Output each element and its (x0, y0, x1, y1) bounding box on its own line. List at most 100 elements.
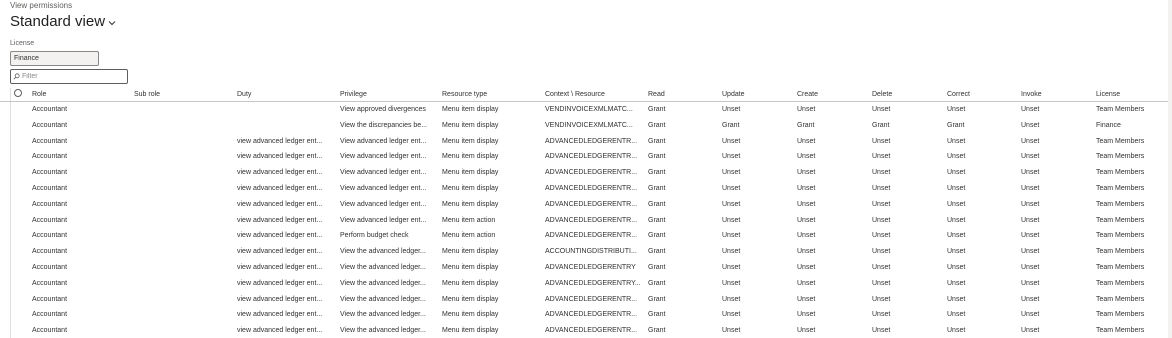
column-header-sub-role[interactable]: Sub role (134, 88, 230, 101)
cell-invoke: Unset (1021, 184, 1040, 192)
cell-correct: Unset (947, 106, 966, 113)
select-all-radio[interactable] (14, 88, 26, 101)
cell-role: Accountant (32, 248, 68, 256)
column-header-update[interactable]: Update (722, 88, 790, 101)
cell-duty: view advanced ledger ent... (237, 137, 323, 145)
cell-role: Accountant (32, 121, 68, 129)
cell-context-resource: VENDINVOICEXMLMATC... (545, 106, 633, 113)
table-row[interactable]: Accountant view advanced ledger ent... Vie… (0, 165, 1172, 181)
column-header-license[interactable]: License (1096, 88, 1166, 101)
grid-header-row: Role Sub role Duty Privilege Resource ty… (0, 88, 1172, 102)
column-header-context-resource[interactable]: Context \ Resource (545, 88, 641, 101)
cell-delete: Unset (872, 169, 891, 177)
cell-update: Unset (722, 106, 741, 113)
cell-correct: Grant (947, 121, 965, 129)
cell-resource-type: Menu item display (442, 184, 499, 192)
cell-license: Team Members (1096, 169, 1145, 177)
column-header-invoke[interactable]: Invoke (1021, 88, 1089, 101)
cell-invoke: Unset (1021, 295, 1040, 303)
cell-role: Accountant (32, 137, 68, 145)
cell-privilege: View advanced ledger ent... (340, 200, 427, 208)
cell-invoke: Unset (1021, 106, 1040, 113)
cell-privilege: View the advanced ledger... (340, 263, 426, 271)
cell-invoke: Unset (1021, 216, 1040, 224)
cell-context-resource: ADVANCEDLEDGERENTR... (545, 184, 638, 192)
table-row[interactable]: Accountant view advanced ledger ent... Vie… (0, 260, 1172, 276)
table-row[interactable]: Accountant view advanced ledger ent... Vie… (0, 181, 1172, 197)
cell-resource-type: Menu item action (442, 216, 496, 224)
breadcrumb[interactable]: View permissions (10, 1, 72, 10)
table-row[interactable]: Accountant view advanced ledger ent... Vie… (0, 276, 1172, 292)
cell-invoke: Unset (1021, 232, 1040, 240)
cell-update: Grant (722, 121, 740, 129)
cell-role: Accountant (32, 184, 68, 192)
cell-privilege: Perform budget check (340, 232, 409, 240)
cell-invoke: Unset (1021, 327, 1040, 335)
cell-update: Unset (722, 137, 741, 145)
cell-invoke: Unset (1021, 200, 1040, 208)
cell-correct: Unset (947, 295, 966, 303)
cell-context-resource: ADVANCEDLEDGERENTR... (545, 295, 638, 303)
cell-resource-type: Menu item action (442, 232, 496, 240)
cell-context-resource: ADVANCEDLEDGERENTR... (545, 232, 638, 240)
table-row[interactable]: Accountant View approved divergences Menu … (0, 102, 1172, 118)
table-row[interactable]: Accountant view advanced ledger ent... Vie… (0, 213, 1172, 229)
table-row[interactable]: Accountant view advanced ledger ent... Per… (0, 228, 1172, 244)
cell-context-resource: VENDINVOICEXMLMATC... (545, 121, 633, 129)
cell-license: Team Members (1096, 106, 1145, 113)
column-header-duty[interactable]: Duty (237, 88, 335, 101)
cell-license: Team Members (1096, 295, 1145, 303)
cell-update: Unset (722, 279, 741, 287)
table-row[interactable]: Accountant view advanced ledger ent... Vie… (0, 197, 1172, 213)
cell-context-resource: ADVANCEDLEDGERENTR... (545, 137, 638, 145)
column-header-resource-type[interactable]: Resource type (442, 88, 540, 101)
cell-license: Team Members (1096, 327, 1145, 335)
cell-update: Unset (722, 200, 741, 208)
table-row[interactable]: Accountant view advanced ledger ent... Vie… (0, 134, 1172, 150)
cell-role: Accountant (32, 216, 68, 224)
search-icon (13, 73, 20, 80)
table-row[interactable]: Accountant view advanced ledger ent... Vie… (0, 292, 1172, 308)
cell-create: Unset (797, 153, 816, 161)
cell-correct: Unset (947, 184, 966, 192)
column-header-create[interactable]: Create (797, 88, 865, 101)
view-selector[interactable]: Standard view (10, 13, 116, 30)
cell-role: Accountant (32, 327, 68, 335)
column-header-role[interactable]: Role (32, 88, 128, 101)
cell-correct: Unset (947, 153, 966, 161)
cell-create: Grant (797, 121, 815, 129)
cell-context-resource: ADVANCEDLEDGERENTRY... (545, 279, 641, 287)
cell-read: Grant (648, 263, 666, 271)
column-header-delete[interactable]: Delete (872, 88, 940, 101)
cell-license: Team Members (1096, 200, 1145, 208)
cell-context-resource: ADVANCEDLEDGERENTR... (545, 200, 638, 208)
column-header-correct[interactable]: Correct (947, 88, 1015, 101)
cell-role: Accountant (32, 279, 68, 287)
cell-context-resource: ADVANCEDLEDGERENTR... (545, 216, 638, 224)
cell-delete: Unset (872, 263, 891, 271)
table-row[interactable]: Accountant view advanced ledger ent... Vie… (0, 244, 1172, 260)
cell-resource-type: Menu item display (442, 153, 499, 161)
table-row[interactable]: Accountant View the discrepancies be... Me… (0, 118, 1172, 134)
cell-duty: view advanced ledger ent... (237, 327, 323, 335)
cell-role: Accountant (32, 106, 68, 113)
filter-input[interactable] (20, 73, 122, 80)
cell-correct: Unset (947, 169, 966, 177)
cell-resource-type: Menu item display (442, 106, 499, 113)
cell-resource-type: Menu item display (442, 121, 499, 129)
license-field[interactable]: Finance (10, 51, 99, 66)
cell-duty: view advanced ledger ent... (237, 279, 323, 287)
column-header-read[interactable]: Read (648, 88, 716, 101)
cell-delete: Unset (872, 184, 891, 192)
filter-box[interactable] (10, 69, 128, 84)
table-row[interactable]: Accountant view advanced ledger ent... Vie… (0, 149, 1172, 165)
cell-delete: Unset (872, 232, 891, 240)
cell-privilege: View the advanced ledger... (340, 295, 426, 303)
table-row[interactable]: Accountant view advanced ledger ent... Vie… (0, 307, 1172, 323)
cell-license: Team Members (1096, 311, 1145, 319)
cell-read: Grant (648, 153, 666, 161)
vertical-scrollbar[interactable] (1168, 0, 1172, 338)
table-row[interactable]: Accountant view advanced ledger ent... Vie… (0, 323, 1172, 338)
cell-context-resource: ADVANCEDLEDGERENTR... (545, 327, 638, 335)
column-header-privilege[interactable]: Privilege (340, 88, 438, 101)
